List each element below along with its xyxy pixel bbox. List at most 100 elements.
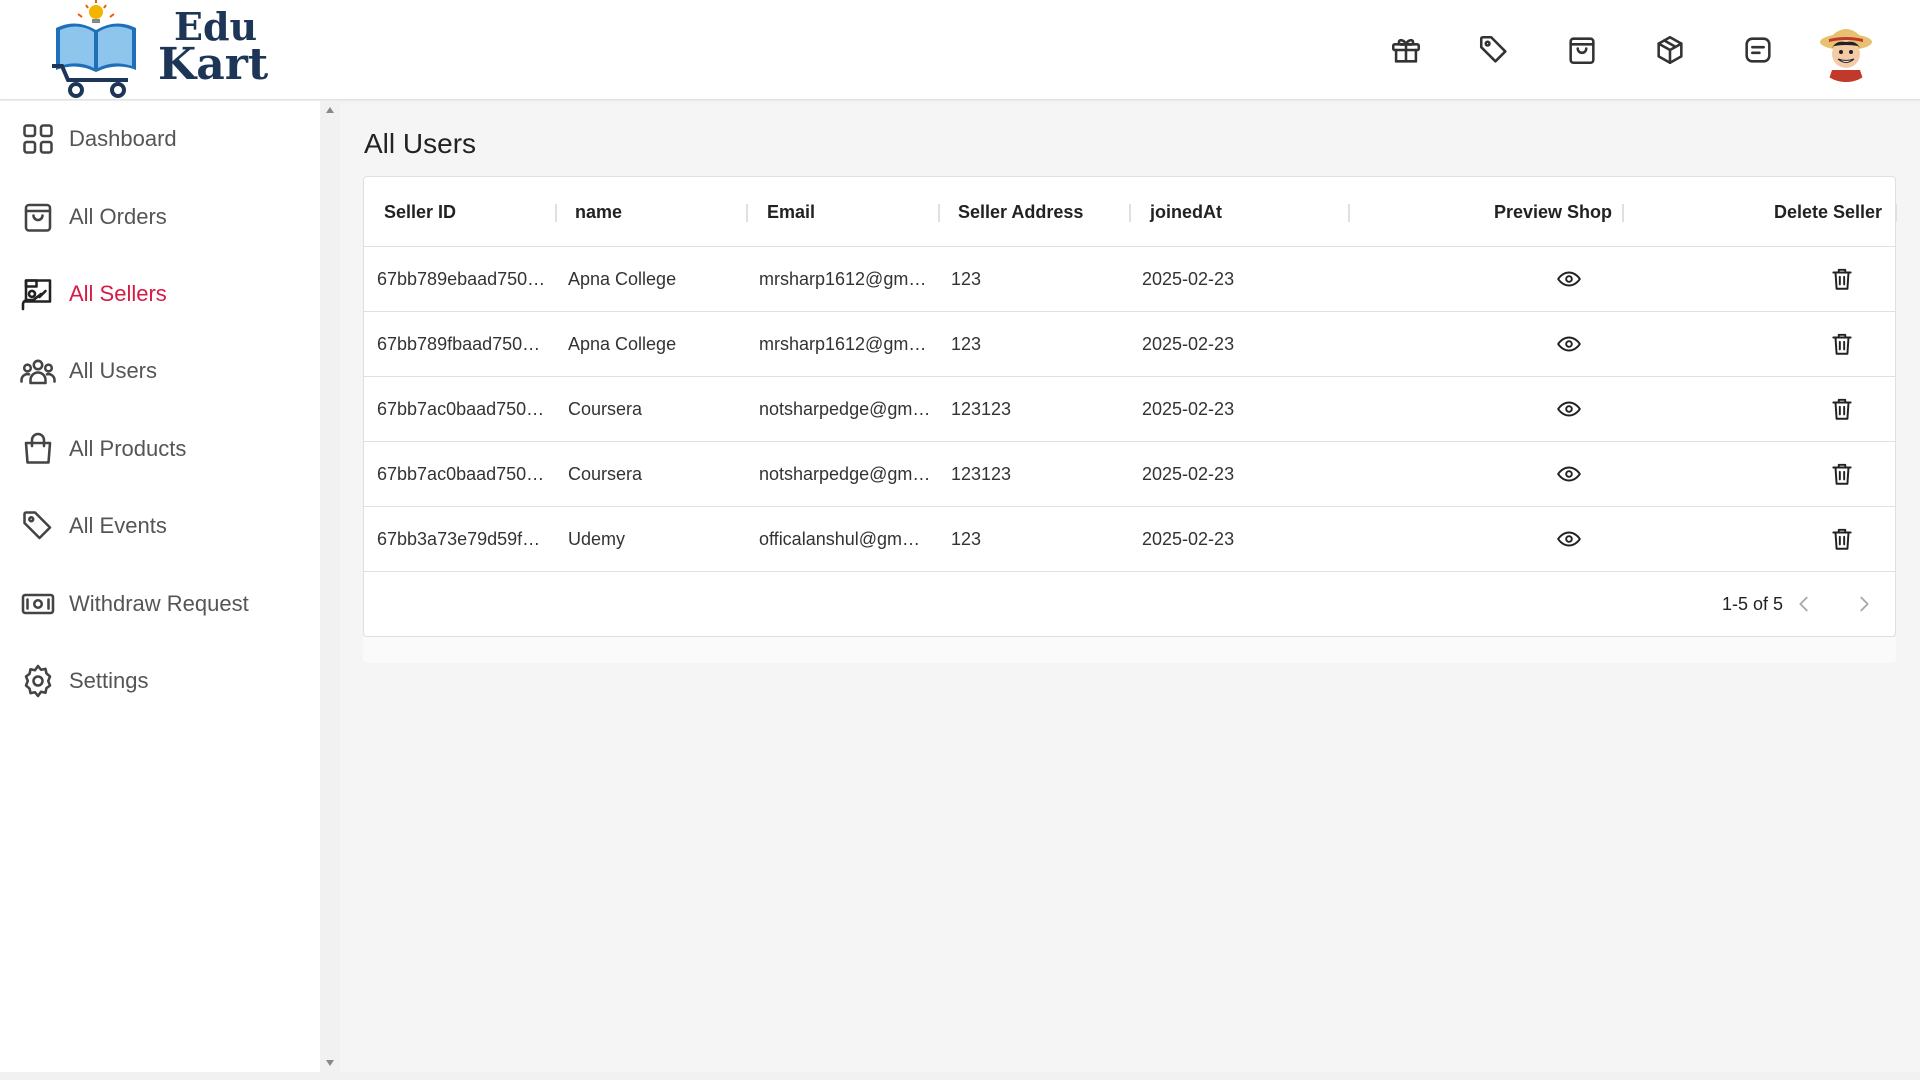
cell-seller-id: 67bb789fbaad750… xyxy=(377,333,541,354)
table-bottom-strip xyxy=(363,637,1896,663)
trash-icon xyxy=(1832,333,1852,355)
column-header-name[interactable]: name xyxy=(575,177,622,247)
table-header: Seller ID name Email Seller Address join… xyxy=(364,177,1897,247)
eye-icon xyxy=(1557,531,1581,547)
eye-icon xyxy=(1557,336,1581,352)
table-row[interactable]: 67bb789fbaad750… Apna College mrsharp161… xyxy=(364,312,1895,377)
preview-shop-button[interactable] xyxy=(1553,458,1585,490)
eye-icon xyxy=(1557,466,1581,482)
sellers-table: Seller ID name Email Seller Address join… xyxy=(363,176,1897,637)
sidebar-item-label: All Sellers xyxy=(69,281,167,306)
cell-joined-at: 2025-02-23 xyxy=(1142,333,1235,354)
header-icons xyxy=(1350,18,1878,82)
column-separator[interactable] xyxy=(938,204,940,222)
cell-seller-address: 123123 xyxy=(951,398,1012,419)
sidebar-item-all-events[interactable]: All Events xyxy=(0,496,320,556)
column-header-seller-address[interactable]: Seller Address xyxy=(958,177,1083,247)
logo-line-2: Kart xyxy=(158,39,269,90)
column-header-joined-at[interactable]: joinedAt xyxy=(1150,177,1222,247)
column-header-seller-id[interactable]: Seller ID xyxy=(384,177,456,247)
shopping-bag-icon[interactable] xyxy=(1550,18,1614,82)
gift-icon[interactable] xyxy=(1374,18,1438,82)
sidebar-item-all-sellers[interactable]: All Sellers xyxy=(0,264,320,324)
column-header-email[interactable]: Email xyxy=(767,177,815,247)
cell-name: Coursera xyxy=(568,463,643,484)
tag-icon[interactable] xyxy=(1462,18,1526,82)
table-row[interactable]: 67bb3a73e79d59f… Udemy officalanshul@gm…… xyxy=(364,507,1895,572)
table-row[interactable]: 67bb7ac0baad750… Coursera notsharpedge@g… xyxy=(364,377,1895,442)
cell-name: Apna College xyxy=(568,333,677,354)
column-header-preview-shop[interactable]: Preview Shop xyxy=(1494,177,1612,247)
sidebar-item-label: Dashboard xyxy=(69,126,177,151)
delete-seller-button[interactable] xyxy=(1826,328,1858,360)
column-separator[interactable] xyxy=(555,204,557,222)
sidebar-scrollbar[interactable] xyxy=(320,101,340,1072)
cell-email: notsharpedge@gm… xyxy=(759,398,931,419)
column-separator[interactable] xyxy=(1622,204,1624,222)
cell-seller-address: 123 xyxy=(951,333,982,354)
sidebar-item-label: Settings xyxy=(69,668,149,693)
trash-icon xyxy=(1832,463,1852,485)
cell-name: Apna College xyxy=(568,268,677,289)
preview-shop-button[interactable] xyxy=(1553,328,1585,360)
column-separator[interactable] xyxy=(1129,204,1131,222)
delete-seller-button[interactable] xyxy=(1826,523,1858,555)
cell-email: mrsharp1612@gm… xyxy=(759,268,927,289)
sidebar-item-all-users[interactable]: All Users xyxy=(0,341,320,401)
sidebar-item-label: All Users xyxy=(69,358,158,383)
bag-icon xyxy=(24,203,52,232)
shopping-bag-icon xyxy=(24,432,52,464)
sidebar-item-all-orders[interactable]: All Orders xyxy=(0,187,320,247)
cell-email: mrsharp1612@gm… xyxy=(759,333,927,354)
sidebar-item-withdraw-request[interactable]: Withdraw Request xyxy=(0,574,320,634)
previous-page-button[interactable] xyxy=(1788,588,1820,620)
delete-seller-button[interactable] xyxy=(1826,263,1858,295)
trash-icon xyxy=(1832,528,1852,550)
column-separator[interactable] xyxy=(1895,204,1897,222)
cell-email: officalanshul@gm… xyxy=(759,528,921,549)
cell-seller-id: 67bb789ebaad750… xyxy=(377,268,546,289)
preview-shop-button[interactable] xyxy=(1553,263,1585,295)
table-footer: 1-5 of 5 xyxy=(364,572,1895,636)
scroll-down-arrow-icon[interactable] xyxy=(326,1060,334,1066)
sidebar-item-dashboard[interactable]: Dashboard xyxy=(0,109,320,169)
scroll-up-arrow-icon[interactable] xyxy=(326,107,334,113)
cell-joined-at: 2025-02-23 xyxy=(1142,528,1235,549)
preview-shop-button[interactable] xyxy=(1553,523,1585,555)
sidebar-item-all-products[interactable]: All Products xyxy=(0,419,320,479)
cell-email: notsharpedge@gm… xyxy=(759,463,931,484)
cell-seller-id: 67bb3a73e79d59f… xyxy=(377,528,541,549)
pagination-info: 1-5 of 5 xyxy=(1721,593,1783,614)
column-separator[interactable] xyxy=(1348,204,1350,222)
cell-seller-address: 123123 xyxy=(951,463,1012,484)
table-row[interactable]: 67bb7ac0baad750… Coursera notsharpedge@g… xyxy=(364,442,1895,507)
column-header-delete-seller[interactable]: Delete Seller xyxy=(1774,177,1882,247)
eye-icon xyxy=(1557,271,1581,287)
cell-joined-at: 2025-02-23 xyxy=(1142,268,1235,289)
delete-seller-button[interactable] xyxy=(1826,393,1858,425)
cell-joined-at: 2025-02-23 xyxy=(1142,398,1235,419)
table-row[interactable]: 67bb789ebaad750… Apna College mrsharp161… xyxy=(364,247,1895,312)
edukart-logo[interactable]: Edu Kart xyxy=(48,0,268,100)
avatar[interactable] xyxy=(1814,18,1878,82)
top-header: Edu Kart xyxy=(0,0,1920,100)
sidebar-item-label: All Orders xyxy=(69,204,167,229)
sidebar-item-label: All Events xyxy=(69,513,167,538)
delete-seller-button[interactable] xyxy=(1826,458,1858,490)
trash-icon xyxy=(1832,268,1852,290)
horizontal-scrollbar[interactable] xyxy=(0,1072,1920,1080)
message-icon[interactable] xyxy=(1726,18,1790,82)
cell-joined-at: 2025-02-23 xyxy=(1142,463,1235,484)
preview-shop-button[interactable] xyxy=(1553,393,1585,425)
chevron-right-icon xyxy=(1860,596,1869,612)
cell-name: Udemy xyxy=(568,528,626,549)
logo-text: Edu Kart xyxy=(158,8,269,90)
trash-icon xyxy=(1832,398,1852,420)
cell-seller-id: 67bb7ac0baad750… xyxy=(377,398,545,419)
sidebar-item-label: Withdraw Request xyxy=(69,591,249,616)
page-title: All Users xyxy=(364,128,477,159)
next-page-button[interactable] xyxy=(1848,588,1880,620)
package-icon[interactable] xyxy=(1638,18,1702,82)
column-separator[interactable] xyxy=(746,204,748,222)
sidebar-item-settings[interactable]: Settings xyxy=(0,651,320,711)
